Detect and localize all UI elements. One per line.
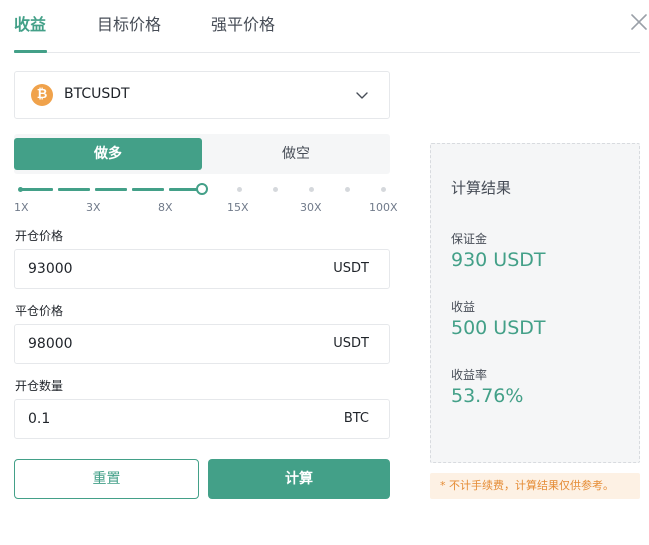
tick-label[interactable]: 100X (369, 201, 398, 214)
slider-step-dot (237, 187, 242, 192)
calculate-button[interactable]: 计算 (208, 459, 390, 499)
chevron-down-icon (356, 92, 368, 99)
tick-label[interactable]: 3X (86, 201, 101, 214)
open-price-field: USDT (14, 249, 390, 289)
slider-filled-segment (58, 188, 90, 191)
close-price-input[interactable] (28, 325, 308, 363)
result-title: 计算结果 (451, 179, 512, 197)
direction-toggle: 做多 做空 (14, 134, 390, 174)
slider-step-dot (381, 187, 386, 192)
long-button[interactable]: 做多 (14, 138, 202, 170)
close-icon[interactable] (630, 13, 648, 31)
roe-value: 53.76% (451, 385, 524, 407)
tab-liquidation-price[interactable]: 强平价格 (211, 11, 275, 35)
symbol-name: BTCUSDT (64, 86, 130, 102)
tab-pnl[interactable]: 收益 (14, 11, 46, 35)
slider-step-dot (345, 187, 350, 192)
symbol-select[interactable]: ₿ BTCUSDT (14, 71, 390, 119)
slider-filled-segment (21, 188, 53, 191)
quantity-input[interactable] (28, 400, 308, 438)
slider-step-dot (273, 187, 278, 192)
margin-label: 保证金 (451, 232, 488, 246)
short-button[interactable]: 做空 (202, 138, 390, 170)
quantity-unit: BTC (343, 411, 369, 426)
open-price-input[interactable] (28, 250, 308, 288)
bitcoin-icon: ₿ (31, 84, 53, 106)
slider-thumb[interactable] (196, 183, 208, 195)
result-panel: 计算结果 保证金 930 USDT 收益 500 USDT 收益率 53.76% (430, 143, 640, 463)
slider-filled-segment (132, 188, 164, 191)
leverage-slider[interactable] (18, 181, 386, 197)
close-price-field: USDT (14, 324, 390, 364)
active-tab-indicator (14, 50, 47, 53)
roe-label: 收益率 (451, 368, 488, 382)
close-price-label: 平仓价格 (15, 304, 64, 318)
slider-step-dot (309, 187, 314, 192)
fee-disclaimer: * 不计手续费，计算结果仅供参考。 (430, 473, 640, 499)
tick-label[interactable]: 30X (300, 201, 322, 214)
open-price-unit: USDT (333, 261, 369, 276)
calculator-tabs: 收益 目标价格 强平价格 (14, 0, 640, 53)
slider-filled-segment (95, 188, 127, 191)
open-price-label: 开仓价格 (15, 229, 64, 243)
tick-label[interactable]: 15X (227, 201, 249, 214)
slider-filled-segment (169, 188, 199, 191)
quantity-field: BTC (14, 399, 390, 439)
slider-step-dot (18, 187, 23, 192)
close-price-unit: USDT (333, 336, 369, 351)
pnl-value: 500 USDT (451, 317, 546, 339)
leverage-tick-labels: 1X 3X 8X 15X 30X 100X (14, 201, 404, 215)
reset-button[interactable]: 重置 (14, 459, 199, 499)
margin-value: 930 USDT (451, 249, 546, 271)
tab-target-price[interactable]: 目标价格 (97, 11, 161, 35)
quantity-label: 开仓数量 (15, 379, 64, 393)
tick-label[interactable]: 1X (14, 201, 29, 214)
pnl-label: 收益 (451, 300, 476, 314)
tick-label[interactable]: 8X (158, 201, 173, 214)
